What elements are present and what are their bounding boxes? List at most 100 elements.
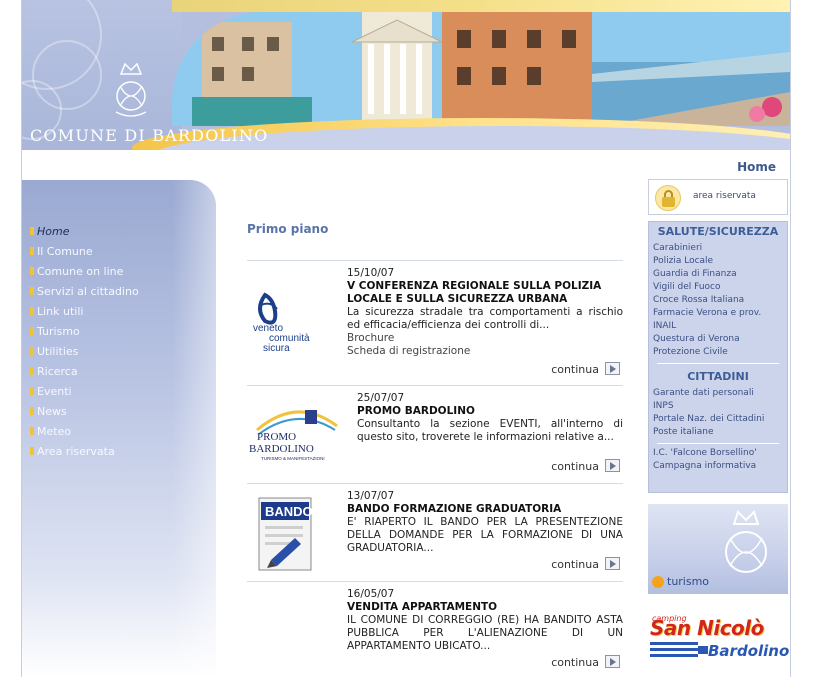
thumb-text: BANDO xyxy=(265,504,313,519)
nav-bullet-icon xyxy=(30,227,34,235)
continue-button[interactable]: continua xyxy=(551,557,620,571)
link-item[interactable]: Garante dati personali xyxy=(653,387,787,400)
news-body: 25/07/07 PROMO BARDOLINO Consultanto la … xyxy=(357,392,623,444)
salute-links: Carabinieri Polizia Locale Guardia di Fi… xyxy=(649,242,787,359)
news-title[interactable]: VENDITA APPARTAMENTO xyxy=(347,601,623,614)
home-link[interactable]: Home xyxy=(737,160,776,174)
site-title: COMUNE DI BARDOLINO xyxy=(30,126,269,145)
cittadini-links: Garante dati personali INPS Portale Naz.… xyxy=(649,387,787,439)
useful-links-box: SALUTE/SICUREZZA Carabinieri Polizia Loc… xyxy=(648,221,788,493)
thumb-text: BARDOLINO xyxy=(249,443,314,455)
link-item[interactable]: Guardia di Finanza xyxy=(653,268,787,281)
link-item[interactable]: Croce Rossa Italiana xyxy=(653,294,787,307)
nav-item-news[interactable]: News xyxy=(30,406,210,426)
news-date: 15/10/07 xyxy=(347,267,395,279)
news-item: BANDO 13/07/07 BANDO FORMAZIONE GRADUATO… xyxy=(247,483,623,581)
box-heading: SALUTE/SICUREZZA xyxy=(657,225,779,238)
arrow-right-icon xyxy=(605,362,620,375)
thumb-text: PROMO xyxy=(257,431,296,443)
news-attachment-link[interactable]: Brochure xyxy=(347,332,623,345)
news-text: E' RIAPERTO IL BANDO PER LA PRESENTEZION… xyxy=(347,516,623,554)
nav-bullet-icon xyxy=(30,307,34,315)
nav-item-servizi[interactable]: Servizi al cittadino xyxy=(30,286,210,306)
lock-icon xyxy=(655,185,681,211)
turismo-dot-icon xyxy=(652,576,664,588)
news-date: 16/05/07 xyxy=(347,588,395,600)
nav-bullet-icon xyxy=(30,247,34,255)
thumb-text: sicura xyxy=(263,343,290,354)
nav-bullet-icon xyxy=(30,347,34,355)
link-item[interactable]: Portale Naz. dei Cittadini xyxy=(653,413,787,426)
nav-bullet-icon xyxy=(30,367,34,375)
turismo-banner-label: turismo xyxy=(667,575,710,588)
news-text: La sicurezza stradale tra comportamenti … xyxy=(347,306,623,331)
header-town-photo xyxy=(172,12,790,126)
news-item: veneto comunità sicura 15/10/07 V CONFER… xyxy=(247,260,623,384)
nav-item-comune-on-line[interactable]: Comune on line xyxy=(30,266,210,286)
area-riservata-label: area riservata xyxy=(693,191,756,201)
camping-town: Bardolino xyxy=(708,642,790,660)
link-item[interactable]: INAIL xyxy=(653,320,787,333)
link-item[interactable]: INPS xyxy=(653,400,787,413)
town-crest-icon xyxy=(725,510,767,573)
main-navigation: Home Il Comune Comune on line Servizi al… xyxy=(30,226,210,466)
arrow-right-icon xyxy=(605,459,620,472)
link-item[interactable]: Protezione Civile xyxy=(653,346,787,359)
nav-item-home[interactable]: Home xyxy=(30,226,210,246)
area-riservata-box[interactable]: area riservata xyxy=(648,179,788,215)
link-item[interactable]: Polizia Locale xyxy=(653,255,787,268)
promo-bardolino-logo-icon: PROMO BARDOLINO TURISMO & MANIFESTAZIONI xyxy=(249,410,338,461)
turismo-banner[interactable]: turismo xyxy=(648,504,788,594)
link-item[interactable]: Questura di Verona xyxy=(653,333,787,346)
link-item[interactable]: Farmacie Verona e prov. xyxy=(653,307,787,320)
nav-bullet-icon xyxy=(30,447,34,455)
link-item[interactable]: Carabinieri xyxy=(653,242,787,255)
news-attachment-link[interactable]: Scheda di registrazione xyxy=(347,345,623,358)
divider xyxy=(657,363,779,364)
news-text: Consultanto la sezione EVENTI, all'inter… xyxy=(357,418,623,443)
news-title[interactable]: PROMO BARDOLINO xyxy=(357,405,623,418)
link-item[interactable]: Vigili del Fuoco xyxy=(653,281,787,294)
continue-button[interactable]: continua xyxy=(551,655,620,669)
nav-item-ricerca[interactable]: Ricerca xyxy=(30,366,210,386)
veneto-sicura-logo-icon: veneto comunità sicura xyxy=(253,292,310,354)
nav-item-eventi[interactable]: Eventi xyxy=(30,386,210,406)
nav-item-area-riservata[interactable]: Area riservata xyxy=(30,446,210,466)
nav-bullet-icon xyxy=(30,427,34,435)
page: COMUNE DI BARDOLINO Home Home Il Comune … xyxy=(0,0,813,677)
site-header: COMUNE DI BARDOLINO xyxy=(22,0,790,150)
continue-button[interactable]: continua xyxy=(551,362,620,376)
nav-item-link-utili[interactable]: Link utili xyxy=(30,306,210,326)
nav-item-turismo[interactable]: Turismo xyxy=(30,326,210,346)
link-item[interactable]: I.C. 'Falcone Borsellino' xyxy=(653,447,787,460)
arrow-right-icon xyxy=(605,557,620,570)
waves-icon xyxy=(650,642,698,660)
nav-item-utilities[interactable]: Utilities xyxy=(30,346,210,366)
news-body: 16/05/07 VENDITA APPARTAMENTO IL COMUNE … xyxy=(347,588,623,653)
nav-bullet-icon xyxy=(30,287,34,295)
news-body: 13/07/07 BANDO FORMAZIONE GRADUATORIA E'… xyxy=(347,490,623,555)
nav-item-meteo[interactable]: Meteo xyxy=(30,426,210,446)
nav-bullet-icon xyxy=(30,267,34,275)
nav-item-il-comune[interactable]: Il Comune xyxy=(30,246,210,266)
link-item[interactable]: Campagna informativa xyxy=(653,460,787,473)
divider xyxy=(657,443,779,444)
header-sun-band xyxy=(172,0,790,12)
eu-flag-icon xyxy=(698,646,708,654)
continue-button[interactable]: continua xyxy=(551,459,620,473)
nav-bullet-icon xyxy=(30,327,34,335)
news-item: 16/05/07 VENDITA APPARTAMENTO IL COMUNE … xyxy=(247,581,623,677)
arrow-right-icon xyxy=(605,655,620,668)
bando-document-icon: BANDO xyxy=(258,497,313,571)
camping-banner[interactable]: camping San Nicolò Bardolino xyxy=(648,604,790,664)
extra-links: I.C. 'Falcone Borsellino' Campagna infor… xyxy=(649,447,787,473)
news-date: 25/07/07 xyxy=(357,392,405,404)
town-crest-icon xyxy=(115,62,147,117)
news-title[interactable]: BANDO FORMAZIONE GRADUATORIA xyxy=(347,503,623,516)
section-title: Primo piano xyxy=(247,222,329,236)
news-title[interactable]: V CONFERENZA REGIONALE SULLA POLIZIA LOC… xyxy=(347,280,623,306)
box-heading: CITTADINI xyxy=(687,370,749,383)
nav-bullet-icon xyxy=(30,387,34,395)
link-item[interactable]: Poste italiane xyxy=(653,426,787,439)
camping-name: San Nicolò xyxy=(650,616,764,640)
